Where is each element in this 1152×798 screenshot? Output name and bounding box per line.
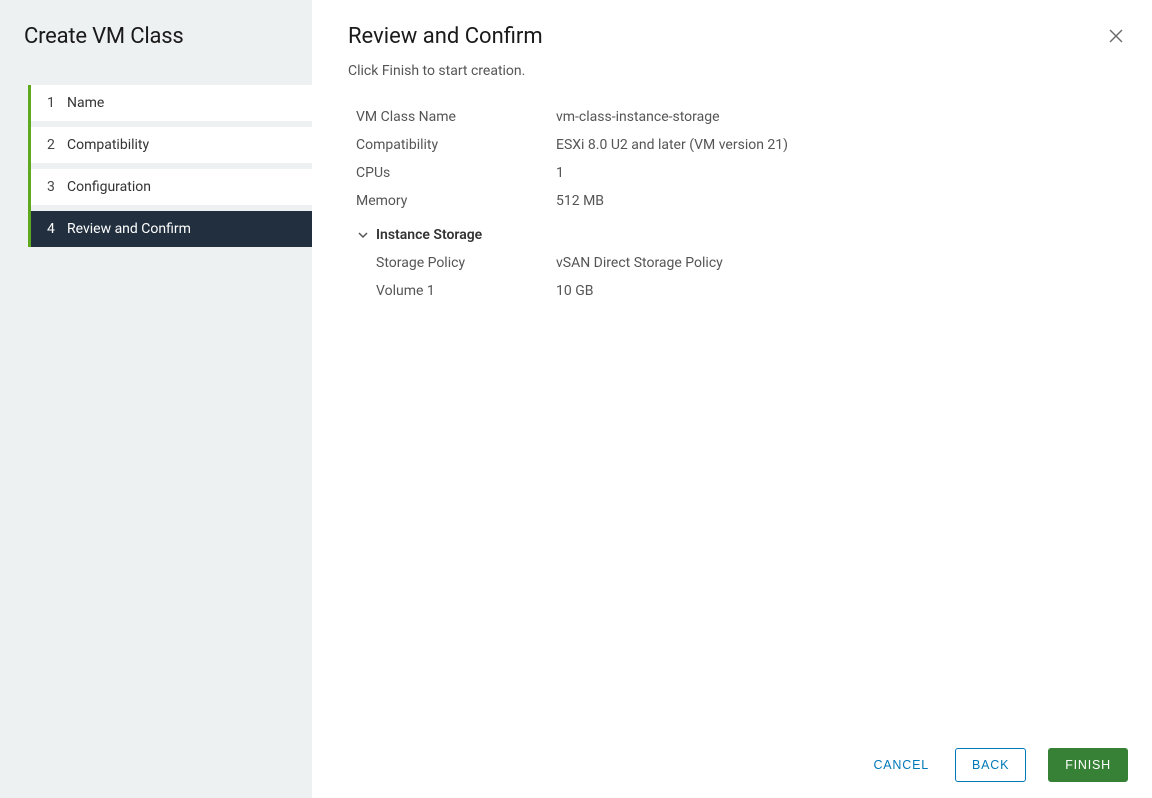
- step-label: Name: [67, 95, 104, 111]
- close-icon: [1108, 32, 1124, 47]
- summary-label: Compatibility: [356, 137, 556, 153]
- wizard-step-2[interactable]: 2Compatibility: [31, 127, 312, 163]
- cancel-button[interactable]: CANCEL: [869, 752, 933, 778]
- step-label: Configuration: [67, 179, 151, 195]
- review-section: VM Class Namevm-class-instance-storageCo…: [356, 109, 1128, 311]
- summary-value: ESXi 8.0 U2 and later (VM version 21): [556, 137, 788, 153]
- step-label: Review and Confirm: [67, 221, 191, 237]
- wizard-footer: CANCEL BACK FINISH: [348, 732, 1128, 782]
- step-number: 3: [47, 179, 63, 195]
- main-panel: Review and Confirm Click Finish to start…: [312, 0, 1152, 798]
- summary-value: vm-class-instance-storage: [556, 109, 720, 125]
- step-number: 1: [47, 95, 63, 111]
- step-number: 2: [47, 137, 63, 153]
- step-label: Compatibility: [67, 137, 149, 153]
- wizard-steps: 1Name 2Compatibility 3Configuration 4Review…: [28, 85, 312, 247]
- close-button[interactable]: [1104, 24, 1128, 48]
- summary-value: 512 MB: [556, 193, 604, 209]
- main-header: Review and Confirm: [348, 24, 1128, 49]
- wizard-step-1[interactable]: 1Name: [31, 85, 312, 121]
- finish-button[interactable]: FINISH: [1048, 748, 1128, 782]
- summary-row: Memory512 MB: [356, 193, 1128, 209]
- summary-label: VM Class Name: [356, 109, 556, 125]
- instance-storage-row: Volume 110 GB: [376, 283, 1128, 299]
- instance-storage-row: Storage PolicyvSAN Direct Storage Policy: [376, 255, 1128, 271]
- step-number: 4: [47, 221, 63, 237]
- instance-storage-value: vSAN Direct Storage Policy: [556, 255, 723, 271]
- summary-label: CPUs: [356, 165, 556, 181]
- wizard-title: Create VM Class: [24, 24, 312, 49]
- instance-storage-toggle[interactable]: Instance Storage: [356, 227, 1128, 243]
- instance-storage-label: Storage Policy: [376, 255, 556, 271]
- summary-rows: VM Class Namevm-class-instance-storageCo…: [356, 109, 1128, 209]
- instance-storage-heading: Instance Storage: [376, 227, 482, 243]
- summary-label: Memory: [356, 193, 556, 209]
- summary-row: VM Class Namevm-class-instance-storage: [356, 109, 1128, 125]
- instance-storage-value: 10 GB: [556, 283, 593, 299]
- summary-row: CompatibilityESXi 8.0 U2 and later (VM v…: [356, 137, 1128, 153]
- wizard-step-3[interactable]: 3Configuration: [31, 169, 312, 205]
- instance-storage-label: Volume 1: [376, 283, 556, 299]
- summary-row: CPUs1: [356, 165, 1128, 181]
- wizard-step-4[interactable]: 4Review and Confirm: [31, 211, 312, 247]
- back-button[interactable]: BACK: [955, 748, 1026, 782]
- summary-value: 1: [556, 165, 564, 181]
- page-title: Review and Confirm: [348, 24, 543, 49]
- instance-storage-rows: Storage PolicyvSAN Direct Storage Policy…: [376, 255, 1128, 299]
- chevron-down-icon: [356, 228, 370, 242]
- page-subtitle: Click Finish to start creation.: [348, 63, 1128, 79]
- wizard-sidebar: Create VM Class 1Name 2Compatibility 3Conf…: [0, 0, 312, 798]
